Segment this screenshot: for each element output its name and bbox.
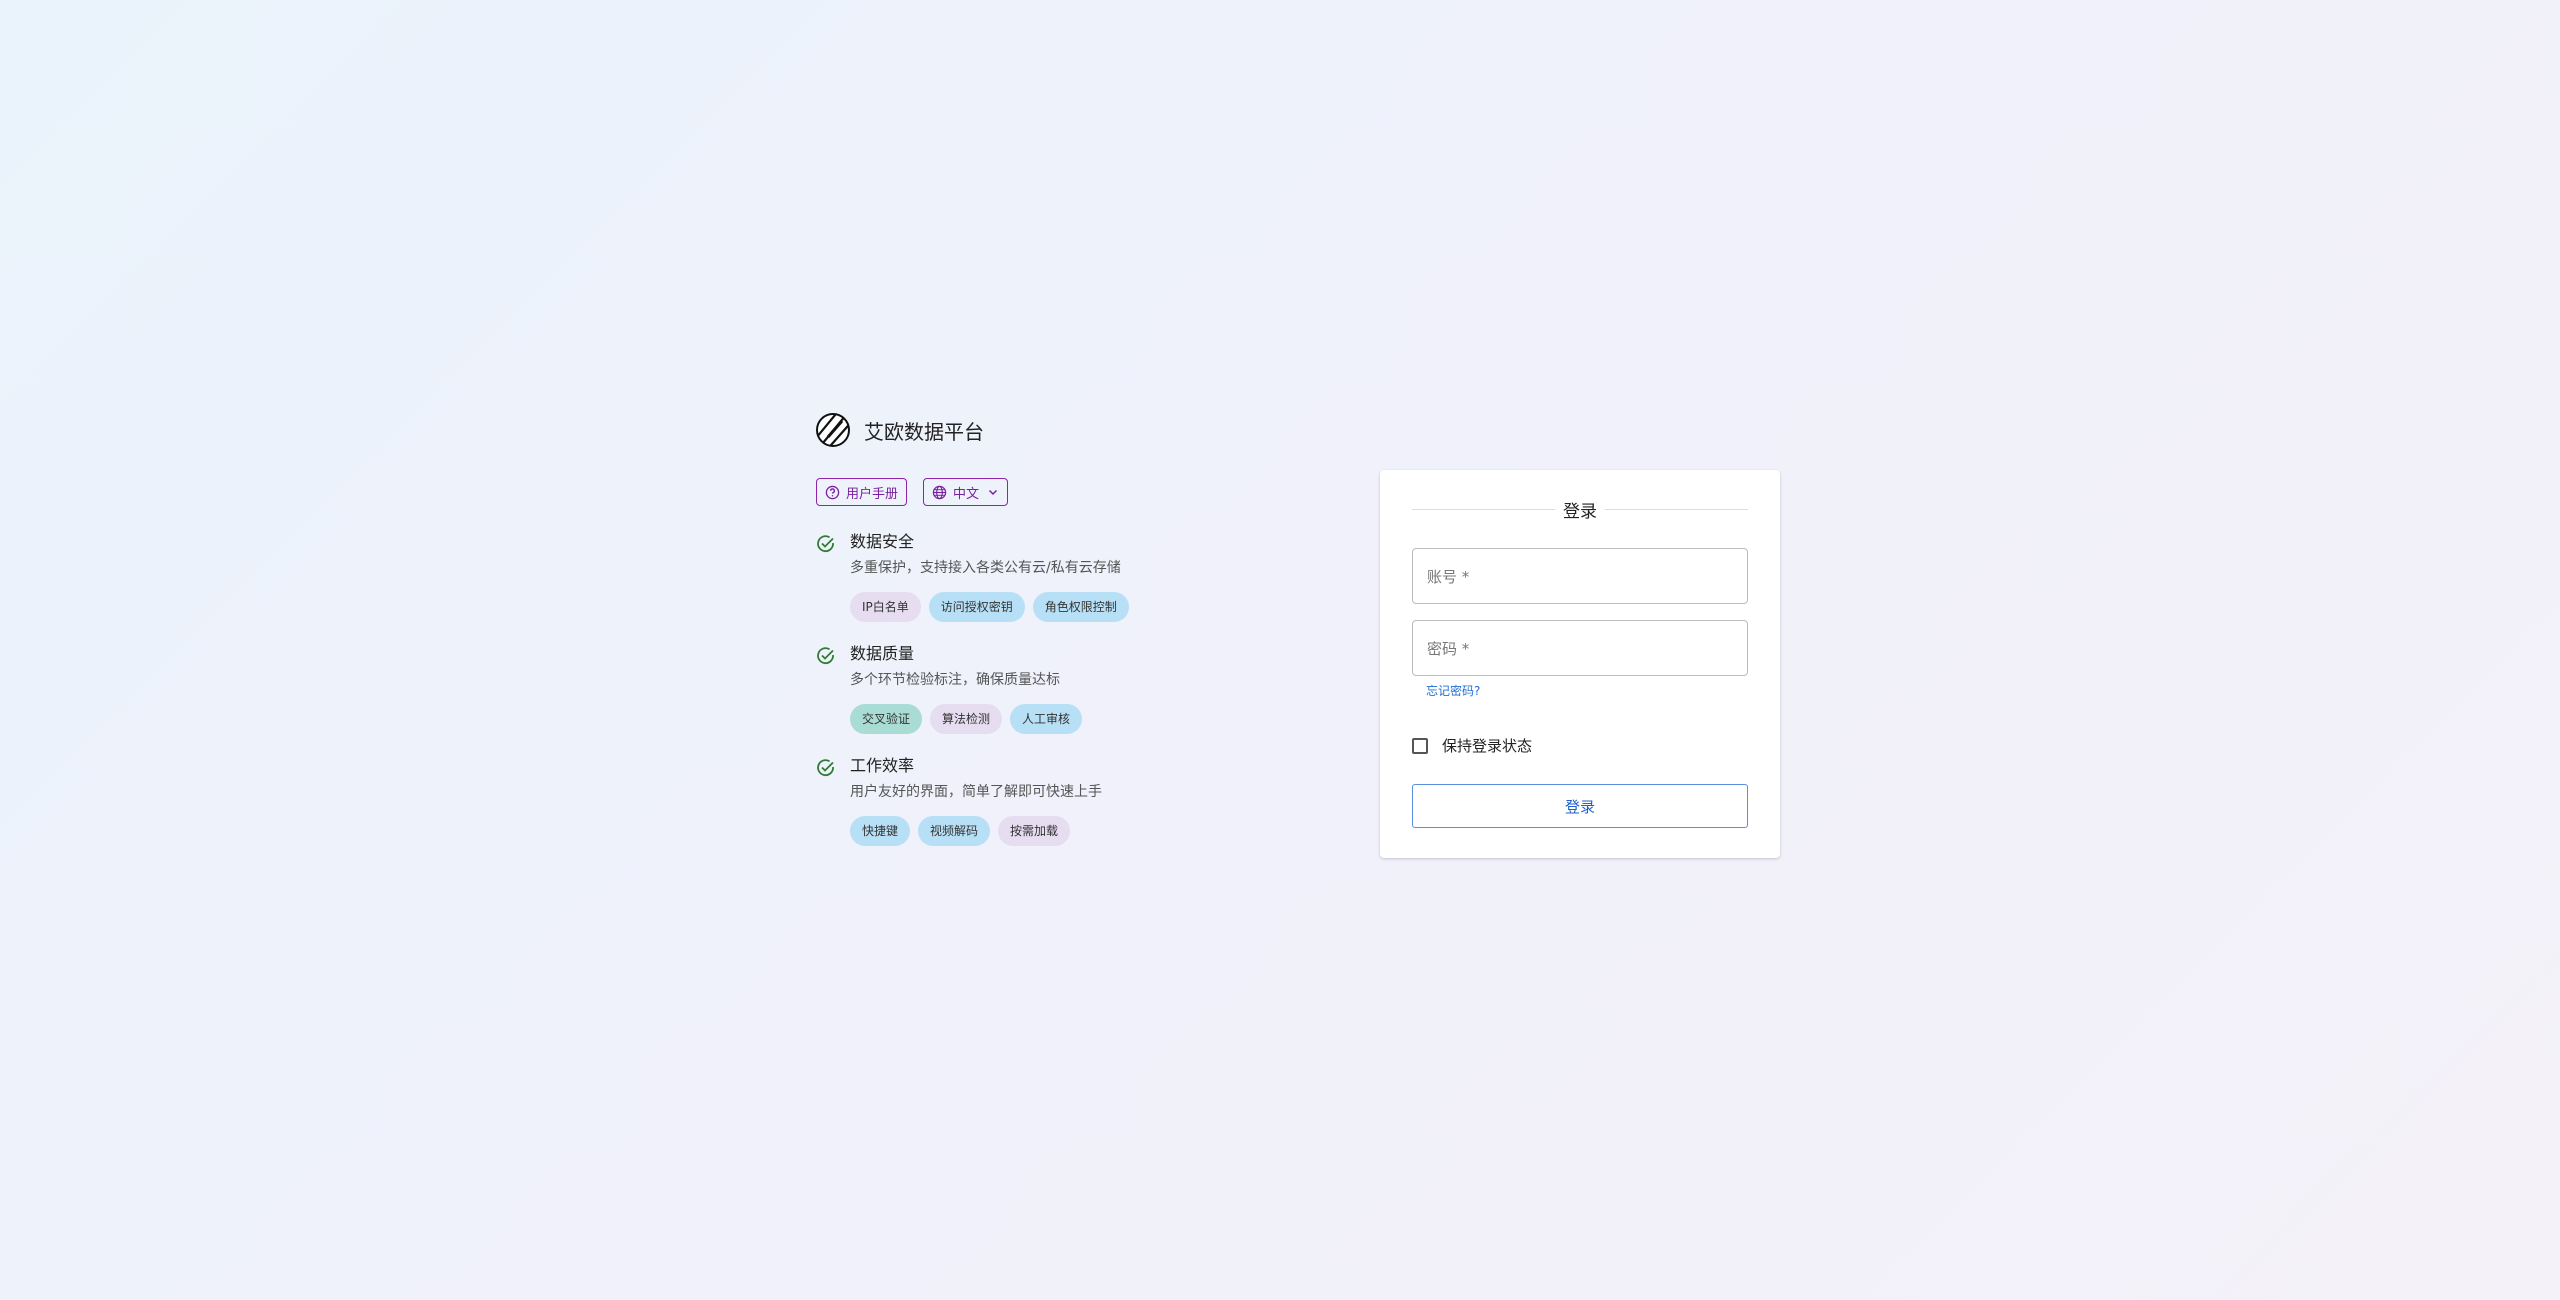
chip: 角色权限控制 (1032, 592, 1129, 622)
feature-description: 用户友好的界面，简单了解即可快速上手 (850, 784, 1102, 800)
feature-chips: IP白名单 访问授权密钥 角色权限控制 (850, 592, 1137, 622)
chip: 快捷键 (850, 816, 911, 846)
striped-circle-logo (816, 413, 850, 447)
forgot-password-link[interactable]: 忘记密码? (1426, 682, 1480, 699)
chip: IP白名单 (850, 592, 921, 622)
brand: 艾欧数据平台 (816, 412, 1336, 448)
feature-item: 数据质量 多个环节检验标注，确保质量达标 交叉验证 算法检测 人工审核 (816, 642, 1336, 734)
brand-name: 艾欧数据平台 (864, 419, 984, 444)
feature-description: 多个环节检验标注，确保质量达标 (850, 672, 1060, 688)
feature-description: 多重保护，支持接入各类公有云/私有云存储 (850, 560, 1121, 576)
language-label: 中文 (953, 486, 980, 502)
chip: 访问授权密钥 (928, 592, 1025, 622)
chip: 算法检测 (930, 704, 1003, 734)
top-buttons: 用户手册 中文 (816, 478, 1336, 506)
check-circle-icon (817, 759, 834, 777)
chevron-down-icon (989, 489, 998, 496)
user-manual-label: 用户手册 (846, 486, 899, 502)
chip: 人工审核 (1010, 704, 1083, 734)
user-manual-button[interactable]: 用户手册 (816, 478, 908, 506)
feature-chips: 交叉验证 算法检测 人工审核 (850, 704, 1090, 734)
globe-icon (932, 485, 947, 499)
account-field[interactable]: 账号 * (1412, 548, 1748, 604)
remember-checkbox[interactable] (1412, 737, 1428, 754)
password-field[interactable]: 密码 * (1412, 620, 1748, 676)
feature-item: 数据安全 多重保护，支持接入各类公有云/私有云存储 IP白名单 访问授权密钥 角… (816, 530, 1336, 622)
password-placeholder: 密码 * (1427, 639, 1470, 658)
feature-item: 工作效率 用户友好的界面，简单了解即可快速上手 快捷键 视频解码 按需加载 (816, 754, 1336, 846)
check-circle-icon (817, 535, 834, 553)
remember-label: 保持登录状态 (1442, 737, 1533, 755)
feature-list: 数据安全 多重保护，支持接入各类公有云/私有云存储 IP白名单 访问授权密钥 角… (816, 530, 1336, 846)
feature-title: 工作效率 (850, 756, 915, 775)
divider (1605, 508, 1748, 510)
remember-me[interactable]: 保持登录状态 (1412, 735, 1748, 756)
feature-title: 数据安全 (850, 532, 915, 551)
check-circle-icon (817, 647, 834, 665)
chip: 交叉验证 (850, 704, 923, 734)
login-title-text: 登录 (1563, 501, 1597, 522)
chip: 视频解码 (918, 816, 991, 846)
divider (1412, 508, 1555, 510)
feature-title: 数据质量 (850, 644, 915, 663)
feature-panel: 艾欧数据平台 用户手册 中文 数据安全 多重保护，支持接入各类公有云/私有云存储… (816, 412, 1336, 846)
chip: 按需加载 (998, 816, 1071, 846)
language-select[interactable]: 中文 (923, 478, 1009, 506)
login-button[interactable]: 登录 (1412, 784, 1748, 828)
help-circle-icon (825, 485, 840, 499)
login-title: 登录 (1412, 494, 1748, 524)
account-placeholder: 账号 * (1427, 567, 1470, 586)
login-card: 登录 账号 * 密码 * 忘记密码? 保持登录状态 登录 (1380, 470, 1780, 858)
feature-chips: 快捷键 视频解码 按需加载 (850, 816, 1102, 846)
